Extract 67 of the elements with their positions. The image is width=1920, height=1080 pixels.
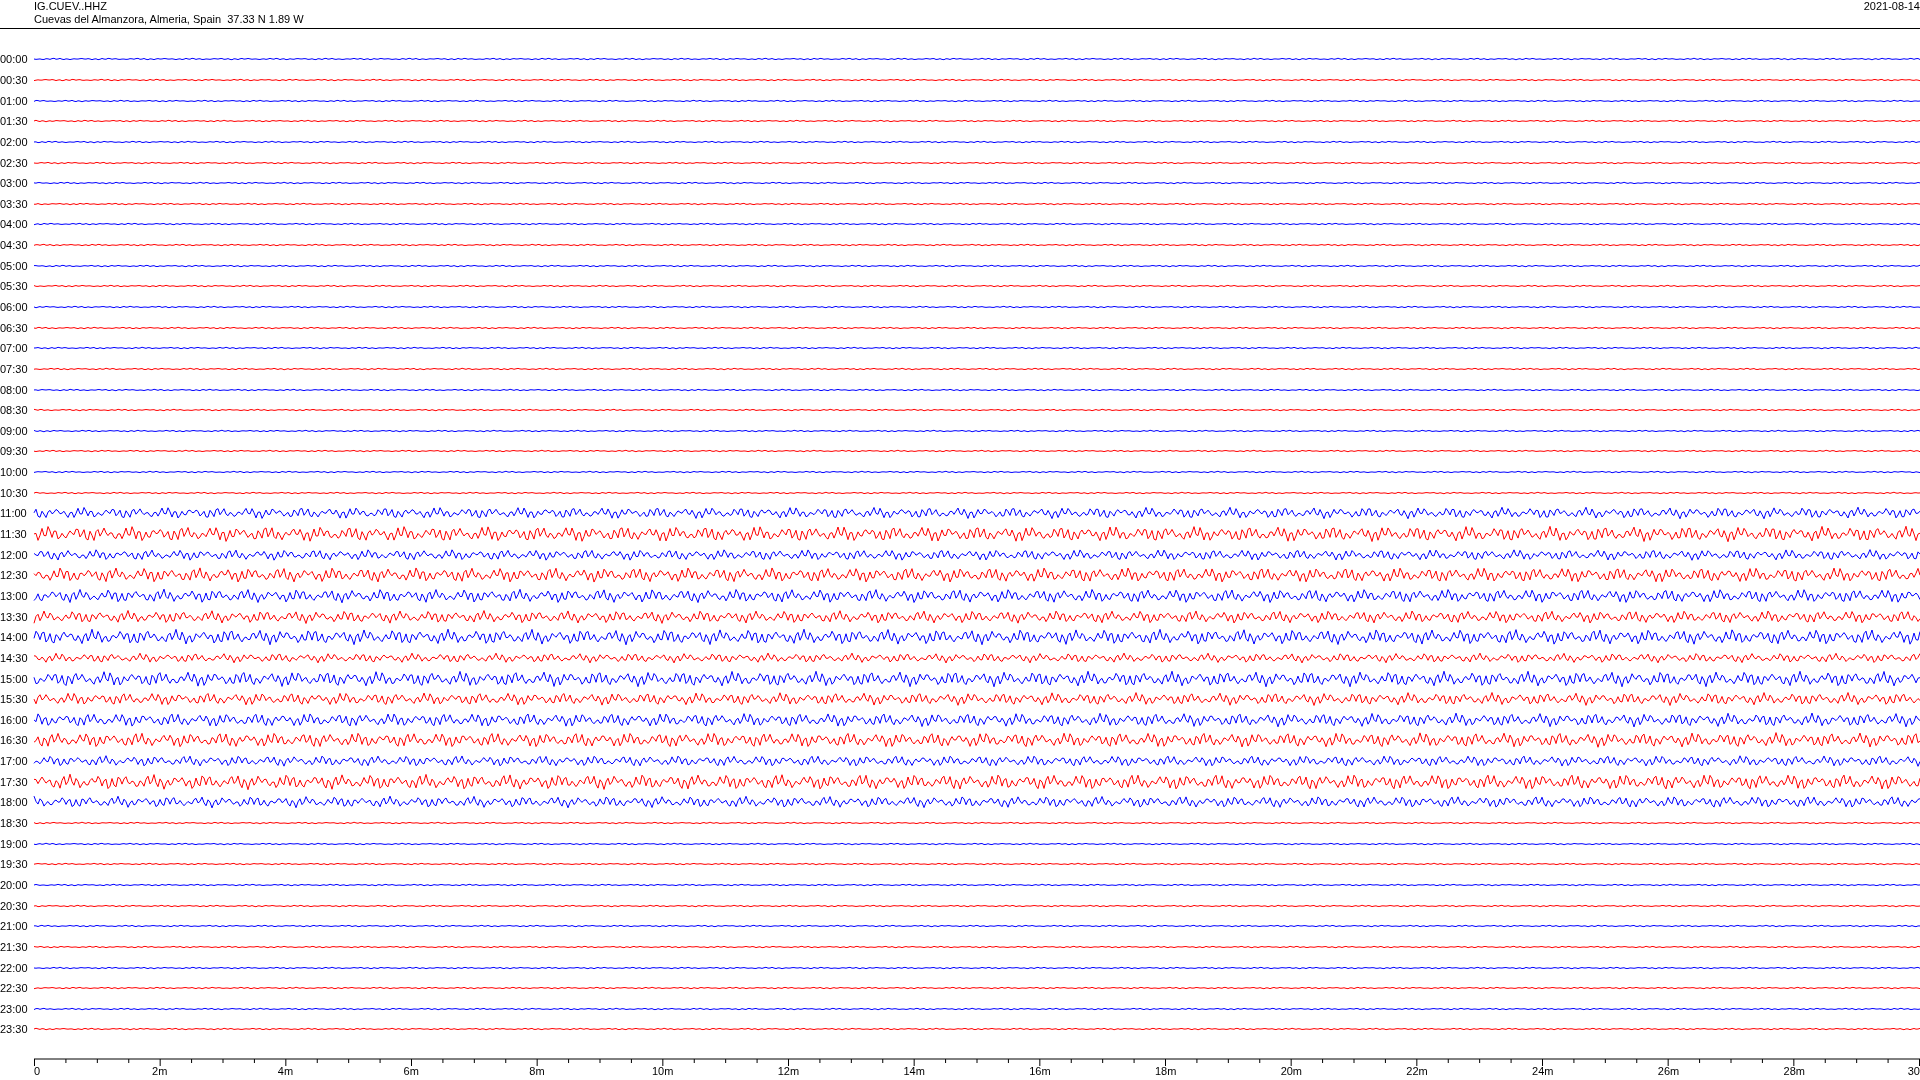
time-label: 12:30 <box>0 569 29 582</box>
time-label: 01:30 <box>0 115 29 128</box>
time-label: 08:30 <box>0 404 29 417</box>
time-label: 14:00 <box>0 631 29 644</box>
time-label: 12:00 <box>0 548 29 561</box>
time-label: 13:30 <box>0 610 29 623</box>
station-location: Cuevas del Almanzora, Almeria, Spain 37.33 N 1.89 W <box>34 13 304 26</box>
time-label: 19:30 <box>0 858 29 871</box>
time-label: 10:00 <box>0 466 29 479</box>
axis-label: 2m <box>152 1064 168 1077</box>
axis-label: 20m <box>1280 1064 1303 1077</box>
time-label: 22:30 <box>0 982 29 995</box>
time-label: 02:00 <box>0 135 29 148</box>
time-label: 21:00 <box>0 920 29 933</box>
axis-label: 22m <box>1406 1064 1428 1077</box>
time-label: 04:30 <box>0 239 29 252</box>
axis-label: 6m <box>403 1064 419 1077</box>
time-label: 18:00 <box>0 796 29 809</box>
time-label: 21:30 <box>0 940 29 953</box>
time-label: 11:30 <box>0 528 28 541</box>
time-label: 05:30 <box>0 280 29 293</box>
axis-label: 16m <box>1029 1064 1051 1077</box>
time-label: 10:30 <box>0 486 29 499</box>
axis-label: 14m <box>903 1064 925 1077</box>
time-label: 07:00 <box>0 342 29 355</box>
time-label: 23:00 <box>0 1002 29 1015</box>
axis-label: 0 <box>34 1064 41 1077</box>
time-label: 08:00 <box>0 383 29 396</box>
axis-label: 24m <box>1532 1064 1554 1077</box>
plot-date: 2021-08-14 <box>1863 0 1920 13</box>
axis-label: 30 <box>1907 1064 1920 1077</box>
time-label: 20:00 <box>0 878 29 891</box>
station-code: IG.CUEV..HHZ <box>34 0 108 13</box>
time-label: 05:00 <box>0 259 29 272</box>
time-label: 14:30 <box>0 651 29 664</box>
time-label: 03:00 <box>0 177 29 190</box>
time-label: 13:00 <box>0 589 29 602</box>
axis-label: 12m <box>777 1064 800 1077</box>
time-label: 23:30 <box>0 1023 29 1036</box>
axis-label: 10m <box>651 1064 674 1077</box>
time-label: 06:30 <box>0 321 29 334</box>
time-label: 15:30 <box>0 693 29 706</box>
time-label: 00:30 <box>0 73 29 86</box>
axis-label: 18m <box>1154 1064 1177 1077</box>
time-label: 17:00 <box>0 755 29 768</box>
time-label: 11:00 <box>0 507 28 520</box>
axis-label: 26m <box>1657 1064 1680 1077</box>
time-label: 16:30 <box>0 734 29 747</box>
time-label: 18:30 <box>0 817 29 829</box>
time-label: 19:00 <box>0 837 29 850</box>
time-label: 07:30 <box>0 362 29 375</box>
time-label: 02:30 <box>0 156 29 169</box>
time-label: 22:00 <box>0 961 29 974</box>
time-label: 03:30 <box>0 197 29 210</box>
time-label: 17:30 <box>0 775 29 788</box>
time-label: 16:00 <box>0 713 29 726</box>
time-label: 00:00 <box>0 53 29 66</box>
time-label: 06:00 <box>0 301 29 313</box>
time-label: 20:30 <box>0 899 29 912</box>
axis-label: 4m <box>277 1064 294 1077</box>
axis-label: 8m <box>529 1064 545 1077</box>
time-label: 09:30 <box>0 445 29 458</box>
time-label: 01:00 <box>0 94 29 107</box>
time-label: 15:00 <box>0 672 29 685</box>
time-label: 09:00 <box>0 424 29 437</box>
axis-label: 28m <box>1783 1064 1805 1077</box>
time-label: 04:00 <box>0 218 29 231</box>
